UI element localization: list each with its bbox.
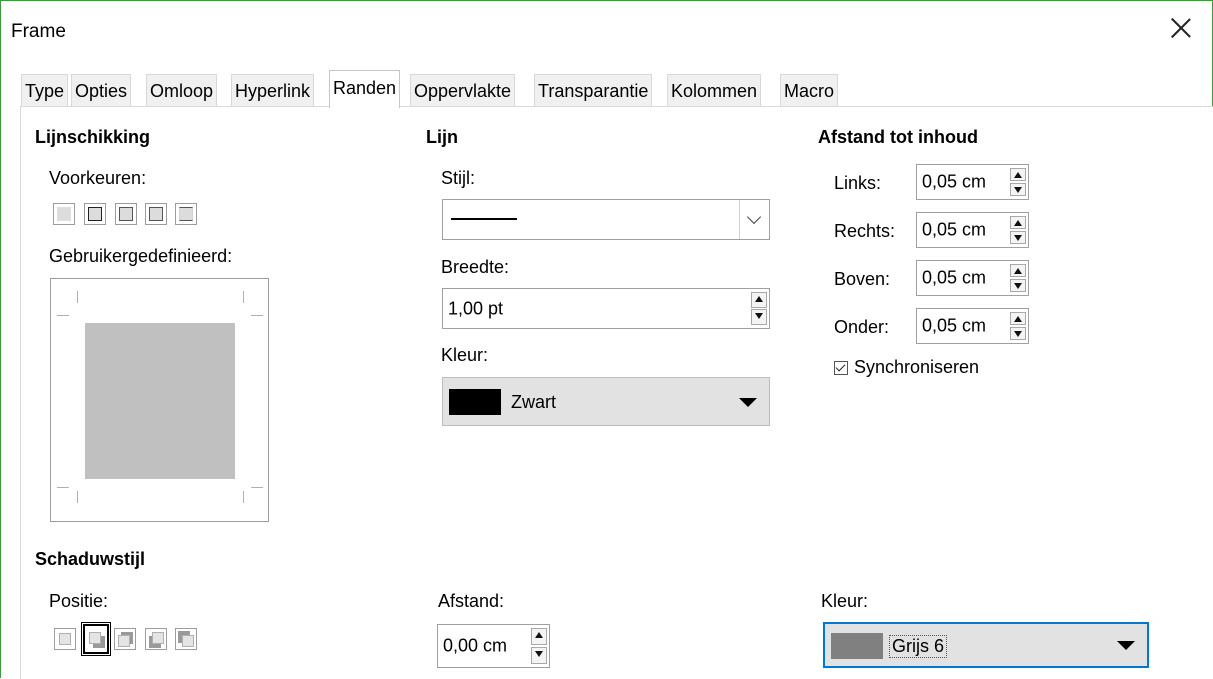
arrow-up-icon <box>1014 268 1022 274</box>
tab-transparantie[interactable]: Transparantie <box>534 74 653 107</box>
arrow-up-icon <box>1014 172 1022 178</box>
corner-tick <box>77 491 78 503</box>
arrow-down-icon <box>1014 234 1022 241</box>
custom-label: Gebruikergedefinieerd: <box>49 246 233 266</box>
line-style-sample <box>451 218 517 220</box>
shadow-top-left-button[interactable] <box>175 628 197 650</box>
increment-button[interactable] <box>531 628 547 646</box>
arrow-up-icon <box>1014 316 1022 322</box>
preset-box-button[interactable] <box>84 203 106 225</box>
padding-heading: Afstand tot inhoud <box>818 127 978 147</box>
padding-left-spinner[interactable]: 0,05 cm <box>916 164 1029 200</box>
triangle-down-icon <box>739 398 757 407</box>
width-label: Breedte: <box>441 257 510 277</box>
increment-button[interactable] <box>1010 216 1026 230</box>
arrow-up-icon <box>1014 220 1022 226</box>
shadow-position-label: Positie: <box>49 591 109 611</box>
dialog-title: Frame <box>11 21 66 42</box>
line-style-dropdown[interactable] <box>442 199 770 240</box>
corner-tick <box>243 291 244 303</box>
padding-bottom-label: Onder: <box>834 317 890 337</box>
tab-type[interactable]: Type <box>21 74 69 107</box>
tab-hyperlink[interactable]: Hyperlink <box>231 74 315 107</box>
increment-button[interactable] <box>751 292 767 308</box>
arrow-down-icon <box>1014 282 1022 289</box>
padding-right-value: 0,05 cm <box>922 219 987 240</box>
shadow-color-dropdown[interactable]: Grijs 6 <box>823 622 1149 668</box>
shadow-color-value: Grijs 6 <box>889 635 948 658</box>
sync-label: Synchroniseren <box>854 357 980 377</box>
color-swatch <box>831 633 883 659</box>
check-icon <box>835 361 846 372</box>
shadow-top-right-button[interactable] <box>114 628 136 650</box>
color-swatch <box>449 389 501 415</box>
tab-macro[interactable]: Macro <box>780 74 839 107</box>
line-color-label: Kleur: <box>441 345 489 365</box>
increment-button[interactable] <box>1010 312 1026 326</box>
corner-tick <box>251 315 263 316</box>
arrow-down-icon <box>535 650 543 657</box>
tab-opties[interactable]: Opties <box>71 74 132 107</box>
arrow-down-icon <box>755 313 763 320</box>
tab-kolommen[interactable]: Kolommen <box>667 74 762 107</box>
padding-right-label: Rechts: <box>834 221 896 241</box>
shadow-color-label: Kleur: <box>821 591 869 611</box>
frame-dialog: Frame Type Opties Omloop Hyperlink Rande… <box>0 0 1213 679</box>
shadow-none-button[interactable] <box>54 628 76 650</box>
decrement-button[interactable] <box>1010 230 1026 244</box>
line-width-spinner[interactable]: 1,00 pt <box>442 288 770 329</box>
corner-tick <box>57 315 69 316</box>
shadow-distance-label: Afstand: <box>438 591 505 611</box>
shadow-bottom-right-button[interactable] <box>81 622 111 656</box>
padding-bottom-value: 0,05 cm <box>922 315 987 336</box>
presets-label: Voorkeuren: <box>49 168 147 188</box>
arrow-down-icon <box>1014 186 1022 193</box>
padding-right-spinner[interactable]: 0,05 cm <box>916 212 1029 248</box>
sync-checkbox[interactable] <box>834 361 848 375</box>
corner-tick <box>57 487 69 488</box>
close-icon[interactable] <box>1166 13 1196 43</box>
decrement-button[interactable] <box>751 309 767 325</box>
shadow-distance-value: 0,00 cm <box>443 635 508 656</box>
custom-border-preview <box>85 323 235 479</box>
decrement-button[interactable] <box>1010 182 1026 196</box>
preset-box-only-button[interactable] <box>115 203 137 225</box>
padding-top-value: 0,05 cm <box>922 267 987 288</box>
line-arrangement-heading: Lijnschikking <box>35 127 151 147</box>
shadow-distance-spinner[interactable]: 0,00 cm <box>437 624 550 668</box>
tab-oppervlakte[interactable]: Oppervlakte <box>410 74 516 107</box>
custom-border-editor[interactable] <box>50 278 269 522</box>
preset-none-button[interactable] <box>53 203 75 225</box>
style-label: Stijl: <box>441 168 476 188</box>
line-color-value: Zwart <box>511 392 556 412</box>
padding-top-label: Boven: <box>834 269 891 289</box>
increment-button[interactable] <box>1010 264 1026 278</box>
tab-omloop[interactable]: Omloop <box>146 74 218 107</box>
corner-tick <box>251 487 263 488</box>
shadow-bottom-left-button[interactable] <box>145 628 167 650</box>
triangle-down-icon <box>1117 641 1135 650</box>
decrement-button[interactable] <box>1010 326 1026 340</box>
preset-outer-inner-button[interactable] <box>175 203 197 225</box>
corner-tick <box>77 291 78 303</box>
line-heading: Lijn <box>426 127 458 147</box>
padding-top-spinner[interactable]: 0,05 cm <box>916 260 1029 296</box>
line-width-value: 1,00 pt <box>448 298 504 318</box>
shadow-heading: Schaduwstijl <box>35 549 146 569</box>
increment-button[interactable] <box>1010 168 1026 182</box>
padding-left-value: 0,05 cm <box>922 171 987 192</box>
decrement-button[interactable] <box>1010 278 1026 292</box>
arrow-up-icon <box>755 296 763 302</box>
padding-bottom-spinner[interactable]: 0,05 cm <box>916 308 1029 344</box>
line-color-dropdown[interactable]: Zwart <box>442 377 770 426</box>
arrow-up-icon <box>535 632 543 638</box>
corner-tick <box>243 491 244 503</box>
decrement-button[interactable] <box>531 646 547 664</box>
arrow-down-icon <box>1014 330 1022 337</box>
padding-left-label: Links: <box>834 173 882 193</box>
tab-randen[interactable]: Randen <box>329 70 401 108</box>
title-bar: Frame <box>1 1 1212 63</box>
chevron-down-icon <box>746 209 762 225</box>
preset-outer-button[interactable] <box>145 203 167 225</box>
